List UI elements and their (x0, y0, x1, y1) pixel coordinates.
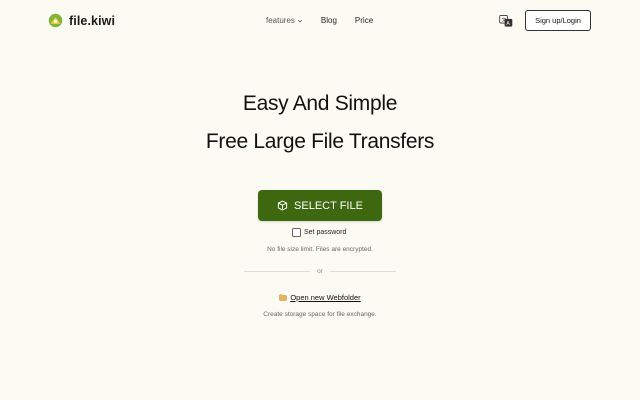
chevron-down-icon (297, 19, 302, 22)
logo-text: file.kiwi (69, 13, 116, 28)
divider-line-left (244, 270, 311, 272)
divider-or-label: or (317, 267, 323, 275)
hero-title-line1: Easy And Simple (242, 92, 398, 115)
select-file-button[interactable]: SELECT FILE (258, 190, 382, 221)
header: file.kiwi features Blog Price 文 A Sign u… (0, 0, 640, 42)
box-icon (277, 200, 288, 211)
main-nav: features Blog Price (266, 16, 373, 25)
translate-icon[interactable]: 文 A (499, 14, 513, 28)
or-divider: or (244, 266, 396, 276)
nav-blog[interactable]: Blog (321, 16, 337, 25)
kiwi-logo-icon (48, 13, 63, 28)
nav-price[interactable]: Price (355, 16, 373, 25)
file-limit-note: No file size limit. Files are encrypted. (267, 246, 373, 253)
nav-features[interactable]: features (266, 16, 303, 25)
divider-line-right (329, 270, 396, 272)
signup-login-button[interactable]: Sign up/Login (525, 10, 591, 31)
select-file-label: SELECT FILE (294, 199, 363, 212)
set-password-checkbox[interactable] (292, 228, 301, 237)
set-password-label[interactable]: Set password (304, 229, 346, 236)
folder-icon (279, 294, 288, 301)
open-webfolder-link[interactable]: Open new Webfolder (290, 293, 360, 302)
webfolder-note: Create storage space for file exchange. (263, 311, 377, 318)
webfolder-row: Open new Webfolder (0, 293, 640, 302)
nav-features-label: features (266, 16, 295, 25)
set-password-row: Set password (292, 228, 346, 237)
hero-title-line2: Free Large File Transfers (205, 130, 435, 153)
logo[interactable]: file.kiwi (47, 12, 115, 29)
